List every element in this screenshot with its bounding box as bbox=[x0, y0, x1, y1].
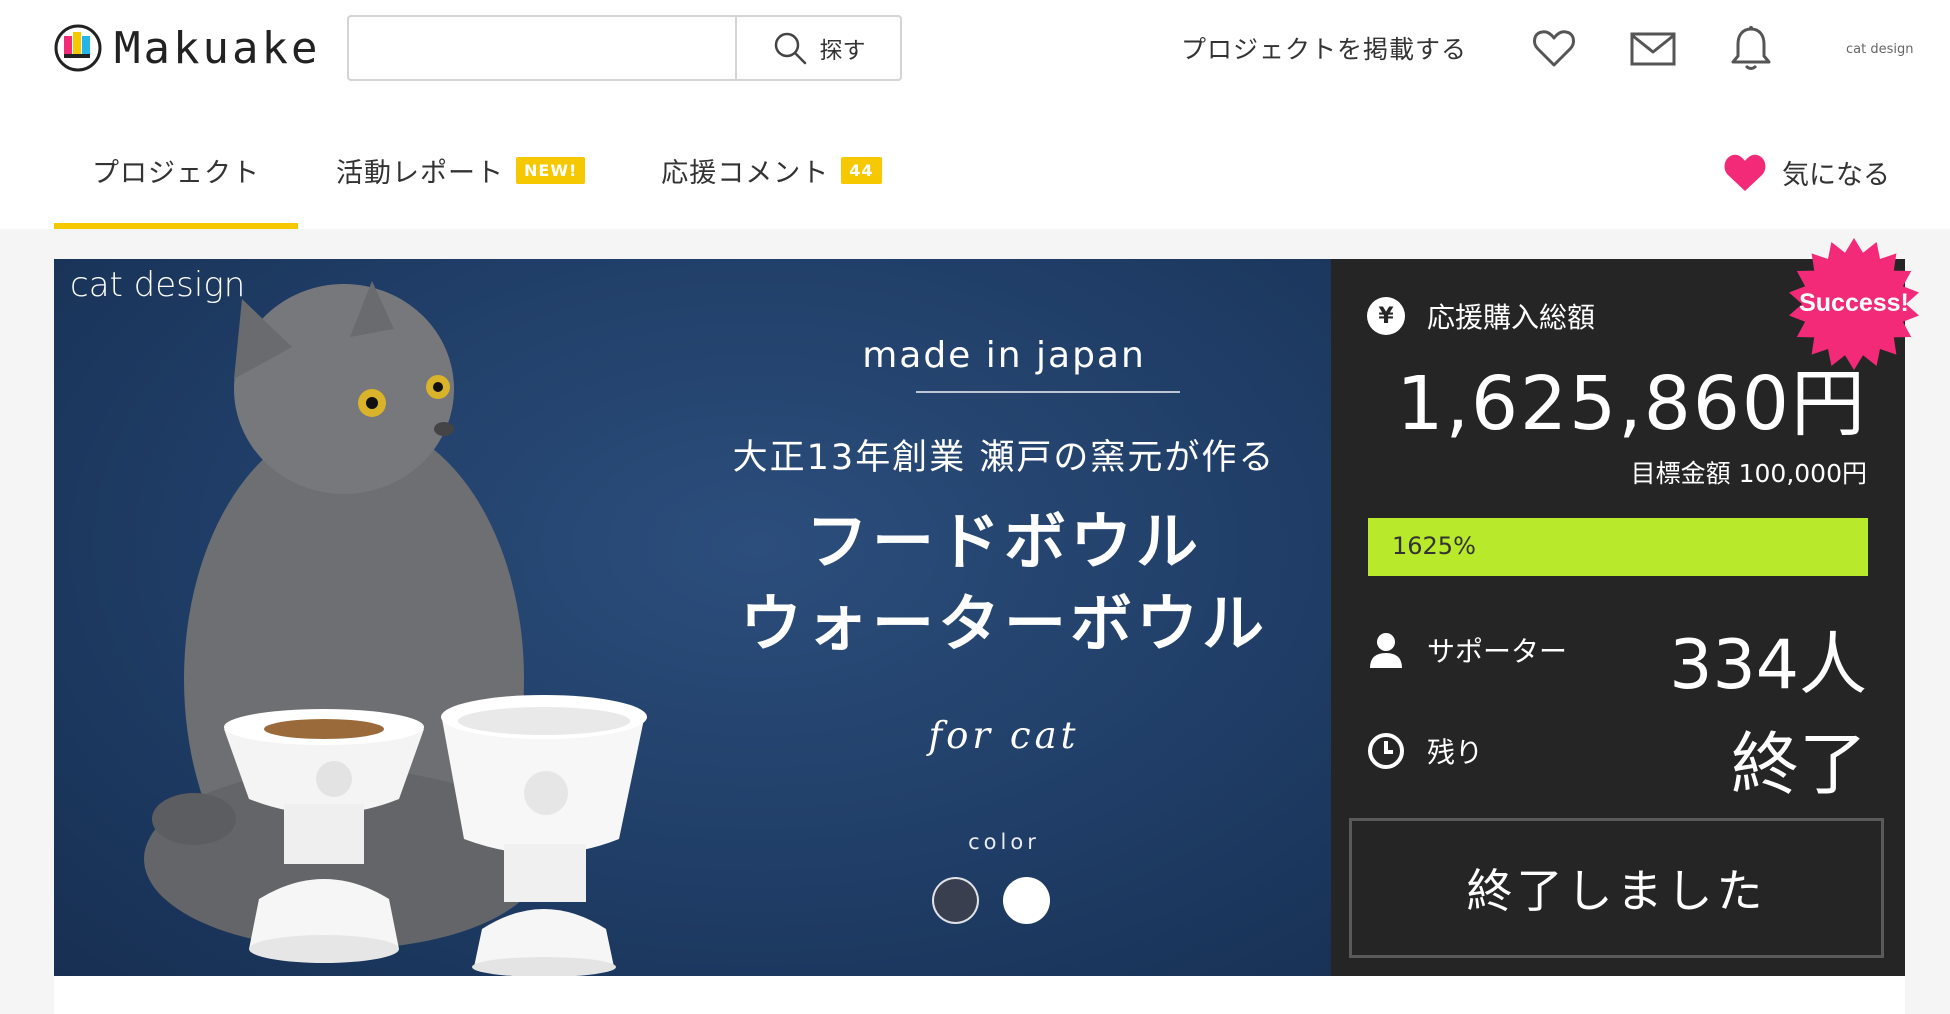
content-area bbox=[54, 976, 1905, 1014]
search-icon bbox=[774, 32, 806, 65]
supporters-count: 334人 bbox=[1669, 626, 1867, 705]
makuake-logo[interactable]: Makuake bbox=[54, 22, 320, 74]
divider bbox=[916, 391, 1180, 393]
comment-count-badge: 44 bbox=[841, 157, 882, 184]
goal-amount: 目標金額 100,000円 bbox=[1630, 459, 1867, 488]
progress-bar: 1625% bbox=[1368, 518, 1868, 576]
favorites-button[interactable] bbox=[1528, 22, 1580, 74]
new-badge: NEW! bbox=[516, 157, 586, 184]
progress-percent: 1625% bbox=[1392, 532, 1476, 560]
yen-icon: ¥ bbox=[1367, 297, 1405, 335]
tab-activity-report[interactable]: 活動レポート NEW! bbox=[298, 125, 623, 229]
makuake-logo-icon bbox=[54, 24, 102, 72]
total-label: 応援購入総額 bbox=[1427, 301, 1596, 334]
color-swatch-dark[interactable] bbox=[932, 877, 979, 924]
color-label: color bbox=[968, 830, 1040, 854]
heart-filled-icon bbox=[1724, 154, 1766, 191]
project-ended-button[interactable]: 終了しました bbox=[1349, 818, 1884, 958]
search-box: 探す bbox=[347, 15, 902, 81]
tab-label: 活動レポート bbox=[336, 158, 504, 189]
made-in-japan-text: made in japan bbox=[862, 335, 1146, 376]
remaining-value: 終了 bbox=[1730, 726, 1867, 805]
messages-button[interactable] bbox=[1627, 22, 1679, 74]
hero-title-line1: フードボウル bbox=[805, 505, 1202, 578]
project-tabs: プロジェクト 活動レポート NEW! 応援コメント 44 bbox=[54, 125, 920, 229]
success-text: Success! bbox=[1799, 289, 1909, 317]
color-swatch-white[interactable] bbox=[1003, 877, 1050, 924]
project-hero-image: cat design made in japan 大正13年創業 瀬戸の窯元が作… bbox=[54, 259, 1331, 976]
clock-icon bbox=[1368, 733, 1404, 769]
site-header: Makuake 探す プロジェクトを掲載する cat design プロジェクト… bbox=[0, 0, 1950, 229]
hero-title-line2: ウォーターボウル bbox=[739, 587, 1268, 660]
notifications-button[interactable] bbox=[1725, 22, 1777, 74]
hero-title: フードボウル ウォーターボウル bbox=[684, 501, 1324, 665]
remaining-label-row: 残り bbox=[1367, 731, 1483, 771]
supporters-label: サポーター bbox=[1427, 635, 1568, 668]
supporters-label-row: サポーター bbox=[1367, 630, 1567, 670]
success-badge: Success! bbox=[1789, 238, 1919, 370]
hero-subtitle: 大正13年創業 瀬戸の窯元が作る bbox=[732, 438, 1276, 478]
for-cat-text: for cat bbox=[928, 714, 1080, 757]
search-input[interactable] bbox=[349, 17, 735, 79]
tab-support-comments[interactable]: 応援コメント 44 bbox=[623, 125, 919, 229]
cat-with-bowls-illustration bbox=[144, 281, 647, 976]
favorite-button[interactable]: 気になる bbox=[1722, 151, 1890, 193]
search-button-label: 探す bbox=[819, 38, 866, 64]
tab-label: プロジェクト bbox=[92, 158, 260, 189]
total-label-row: ¥ 応援購入総額 bbox=[1367, 296, 1595, 336]
color-swatches bbox=[932, 877, 1050, 924]
remaining-label: 残り bbox=[1427, 736, 1484, 769]
tab-project[interactable]: プロジェクト bbox=[54, 125, 298, 229]
tab-label: 応援コメント bbox=[661, 158, 830, 189]
mail-icon bbox=[1630, 32, 1676, 66]
user-menu[interactable]: cat design bbox=[1846, 42, 1913, 57]
hero-copy: made in japan 大正13年創業 瀬戸の窯元が作る フードボウル ウォ… bbox=[684, 259, 1324, 976]
person-icon bbox=[1370, 633, 1402, 668]
search-button[interactable]: 探す bbox=[735, 17, 900, 79]
favorite-label: 気になる bbox=[1782, 159, 1890, 191]
logo-text: Makuake bbox=[114, 22, 321, 74]
bell-icon bbox=[1731, 26, 1771, 70]
post-project-link[interactable]: プロジェクトを掲載する bbox=[1181, 30, 1467, 66]
heart-outline-icon bbox=[1533, 30, 1575, 67]
